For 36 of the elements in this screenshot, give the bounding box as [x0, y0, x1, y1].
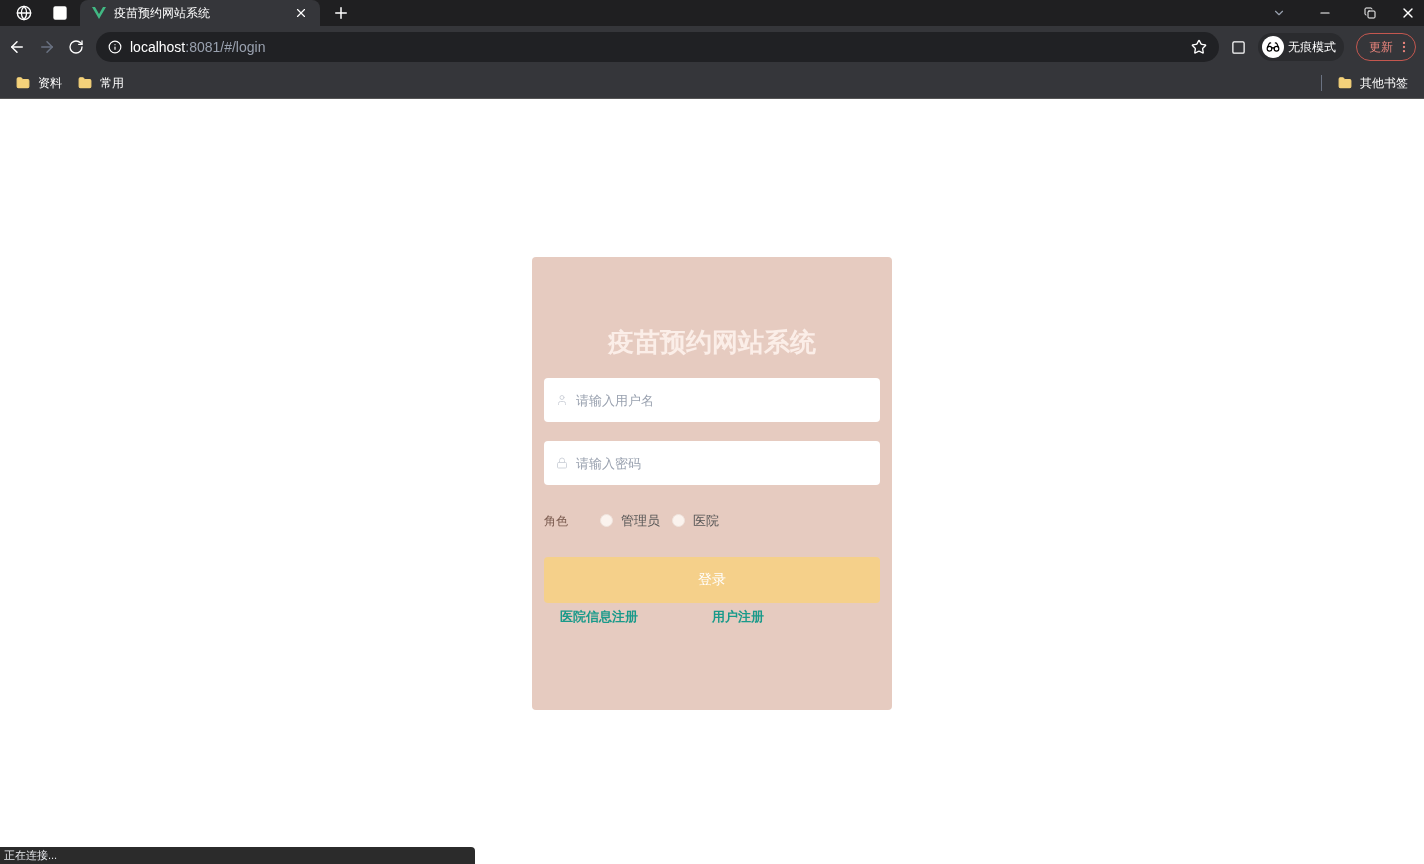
- status-bubble: 正在连接...: [0, 847, 475, 864]
- other-bookmarks-folder[interactable]: 其他书签: [1330, 74, 1416, 92]
- tab-title: 疫苗预约网站系统: [114, 5, 211, 22]
- folder-icon: [1338, 76, 1352, 90]
- bookmark-label: 资料: [38, 75, 62, 92]
- side-panel-icon[interactable]: [1231, 39, 1246, 55]
- v-logo-icon: [92, 7, 106, 19]
- bookmark-folder[interactable]: 资料: [8, 74, 70, 92]
- role-radio[interactable]: 医院: [672, 511, 719, 531]
- browser-tab[interactable]: 疫苗预约网站系统: [80, 0, 320, 26]
- reload-icon[interactable]: [68, 39, 84, 55]
- bookmark-label: 其他书签: [1360, 75, 1408, 92]
- role-radio[interactable]: 管理员: [600, 511, 660, 531]
- lock-icon: [556, 457, 568, 469]
- info-icon: [108, 40, 122, 54]
- bookmark-star-icon[interactable]: [1191, 39, 1207, 55]
- folder-icon: [78, 76, 92, 90]
- user-icon: [556, 394, 568, 406]
- incognito-icon: [1262, 36, 1284, 58]
- close-tab-icon[interactable]: [294, 6, 308, 20]
- folder-icon: [16, 76, 30, 90]
- url-text: localhost:8081/#/login: [130, 37, 266, 57]
- forward-icon[interactable]: [38, 38, 56, 56]
- back-icon[interactable]: [8, 38, 26, 56]
- restore-icon[interactable]: [1364, 7, 1376, 19]
- address-bar[interactable]: localhost:8081/#/login: [96, 32, 1219, 62]
- profile-chip[interactable]: 无痕模式: [1258, 33, 1344, 61]
- window-icon[interactable]: [52, 5, 68, 21]
- username-field[interactable]: 请输入用户名: [544, 378, 880, 422]
- globe-icon[interactable]: [16, 5, 32, 21]
- password-field[interactable]: 请输入密码: [544, 441, 880, 485]
- role-label: 角色: [544, 512, 569, 530]
- bookmark-label: 常用: [100, 75, 124, 92]
- new-tab-icon[interactable]: [332, 4, 350, 22]
- profile-label: 无痕模式: [1288, 39, 1337, 56]
- bookmark-folder[interactable]: 常用: [70, 74, 132, 92]
